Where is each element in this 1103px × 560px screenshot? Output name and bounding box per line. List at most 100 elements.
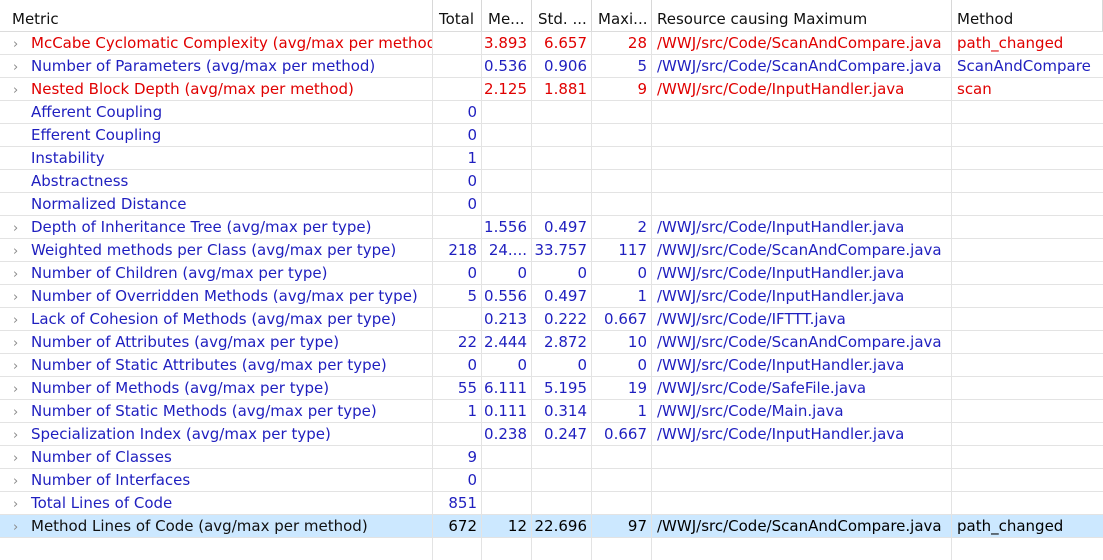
cell-mean xyxy=(482,469,532,491)
cell-total: 851 xyxy=(433,492,482,514)
cell-total: 0 xyxy=(433,193,482,215)
chevron-right-icon[interactable]: › xyxy=(13,494,31,514)
column-header-metric[interactable]: Metric xyxy=(0,0,433,31)
cell-maximum xyxy=(592,147,652,169)
table-row[interactable]: › Weighted methods per Class (avg/max per… xyxy=(0,239,1103,262)
cell-std-dev xyxy=(532,492,592,514)
metric-label: Specialization Index (avg/max per type) xyxy=(31,425,331,443)
column-header-total[interactable]: Total xyxy=(433,0,482,31)
cell-metric: › Nested Block Depth (avg/max per method) xyxy=(0,78,433,100)
cell-mean xyxy=(482,193,532,215)
cell-mean xyxy=(482,446,532,468)
cell-method xyxy=(952,285,1103,307)
table-row[interactable]: ›Normalized Distance0 xyxy=(0,193,1103,216)
table-body: › McCabe Cyclomatic Complexity (avg/max p… xyxy=(0,32,1103,538)
cell-mean: 2.125 xyxy=(482,78,532,100)
metric-label: Method Lines of Code (avg/max per method… xyxy=(31,517,368,535)
cell-method xyxy=(952,308,1103,330)
cell-maximum xyxy=(592,124,652,146)
metrics-table: Metric Total Me... Std. ... Maxi... Reso… xyxy=(0,0,1103,560)
table-row[interactable]: › Number of Interfaces 0 xyxy=(0,469,1103,492)
cell-method xyxy=(952,216,1103,238)
cell-std-dev xyxy=(532,170,592,192)
table-row[interactable]: › Number of Parameters (avg/max per metho… xyxy=(0,55,1103,78)
cell-maximum: 0 xyxy=(592,354,652,376)
cell-maximum: 1 xyxy=(592,400,652,422)
chevron-right-icon[interactable]: › xyxy=(13,310,31,330)
cell-resource: /WWJ/src/Code/ScanAndCompare.java xyxy=(652,55,952,77)
table-row[interactable]: › Number of Static Methods (avg/max per t… xyxy=(0,400,1103,423)
table-row[interactable]: › McCabe Cyclomatic Complexity (avg/max p… xyxy=(0,32,1103,55)
cell-total: 0 xyxy=(433,101,482,123)
cell-method xyxy=(952,446,1103,468)
cell-maximum xyxy=(592,446,652,468)
cell-maximum: 0.667 xyxy=(592,423,652,445)
cell-std-dev xyxy=(532,147,592,169)
empty-row xyxy=(0,538,1103,560)
cell-total xyxy=(433,55,482,77)
cell-std-dev: 0.497 xyxy=(532,285,592,307)
cell-std-dev: 0.222 xyxy=(532,308,592,330)
table-row[interactable]: ›Abstractness0 xyxy=(0,170,1103,193)
chevron-right-icon[interactable]: › xyxy=(13,356,31,376)
cell-std-dev: 0.906 xyxy=(532,55,592,77)
metric-label: Afferent Coupling xyxy=(31,103,163,121)
chevron-right-icon[interactable]: › xyxy=(13,264,31,284)
chevron-right-icon[interactable]: › xyxy=(13,379,31,399)
cell-mean: 0.111 xyxy=(482,400,532,422)
cell-total: 22 xyxy=(433,331,482,353)
metric-label: Number of Static Methods (avg/max per ty… xyxy=(31,402,377,420)
column-header-mean[interactable]: Me... xyxy=(482,0,532,31)
table-row[interactable]: › Number of Classes 9 xyxy=(0,446,1103,469)
chevron-right-icon[interactable]: › xyxy=(13,218,31,238)
column-header-method[interactable]: Method xyxy=(952,0,1103,31)
chevron-right-icon[interactable]: › xyxy=(13,34,31,54)
cell-metric: › Number of Classes xyxy=(0,446,433,468)
chevron-right-icon[interactable]: › xyxy=(13,57,31,77)
chevron-right-icon[interactable]: › xyxy=(13,448,31,468)
chevron-right-icon[interactable]: › xyxy=(13,471,31,491)
chevron-right-icon[interactable]: › xyxy=(13,287,31,307)
metric-label: Nested Block Depth (avg/max per method) xyxy=(31,80,354,98)
cell-std-dev xyxy=(532,193,592,215)
table-row[interactable]: ›Instability1 xyxy=(0,147,1103,170)
chevron-right-icon[interactable]: › xyxy=(13,80,31,100)
table-row[interactable]: › Nested Block Depth (avg/max per method)… xyxy=(0,78,1103,101)
chevron-right-icon[interactable]: › xyxy=(13,402,31,422)
cell-maximum: 10 xyxy=(592,331,652,353)
table-row[interactable]: › Total Lines of Code 851 xyxy=(0,492,1103,515)
column-header-resource[interactable]: Resource causing Maximum xyxy=(652,0,952,31)
column-header-std-dev[interactable]: Std. ... xyxy=(532,0,592,31)
cell-mean: 3.893 xyxy=(482,32,532,54)
table-row[interactable]: › Number of Children (avg/max per type) 0 0… xyxy=(0,262,1103,285)
cell-total: 218 xyxy=(433,239,482,261)
table-row[interactable]: › Number of Attributes (avg/max per type)… xyxy=(0,331,1103,354)
cell-method: ScanAndCompare xyxy=(957,57,1091,75)
cell-std-dev: 0.314 xyxy=(532,400,592,422)
table-row[interactable]: › Depth of Inheritance Tree (avg/max per … xyxy=(0,216,1103,239)
cell-resource xyxy=(652,170,952,192)
cell-resource: /WWJ/src/Code/InputHandler.java xyxy=(652,262,952,284)
table-row[interactable]: › Number of Overridden Methods (avg/max p… xyxy=(0,285,1103,308)
cell-metric: ›Abstractness xyxy=(0,170,433,192)
cell-maximum xyxy=(592,492,652,514)
table-row[interactable]: ›Afferent Coupling0 xyxy=(0,101,1103,124)
cell-total xyxy=(433,78,482,100)
cell-method: path_changed xyxy=(957,34,1064,52)
column-header-maximum[interactable]: Maxi... xyxy=(592,0,652,31)
cell-maximum: 5 xyxy=(592,55,652,77)
chevron-right-icon[interactable]: › xyxy=(13,241,31,261)
table-row[interactable]: ›Efferent Coupling0 xyxy=(0,124,1103,147)
cell-mean xyxy=(482,147,532,169)
chevron-right-icon[interactable]: › xyxy=(13,333,31,353)
cell-mean: 2.444 xyxy=(482,331,532,353)
chevron-right-icon[interactable]: › xyxy=(13,517,31,537)
table-row[interactable]: › Number of Methods (avg/max per type) 55 6… xyxy=(0,377,1103,400)
cell-metric: › Weighted methods per Class (avg/max per… xyxy=(0,239,433,261)
chevron-right-icon[interactable]: › xyxy=(13,425,31,445)
metric-label: Number of Attributes (avg/max per type) xyxy=(31,333,340,351)
table-row[interactable]: › Specialization Index (avg/max per type)… xyxy=(0,423,1103,446)
table-row[interactable]: › Method Lines of Code (avg/max per metho… xyxy=(0,515,1103,538)
table-row[interactable]: › Lack of Cohesion of Methods (avg/max pe… xyxy=(0,308,1103,331)
table-row[interactable]: › Number of Static Attributes (avg/max pe… xyxy=(0,354,1103,377)
